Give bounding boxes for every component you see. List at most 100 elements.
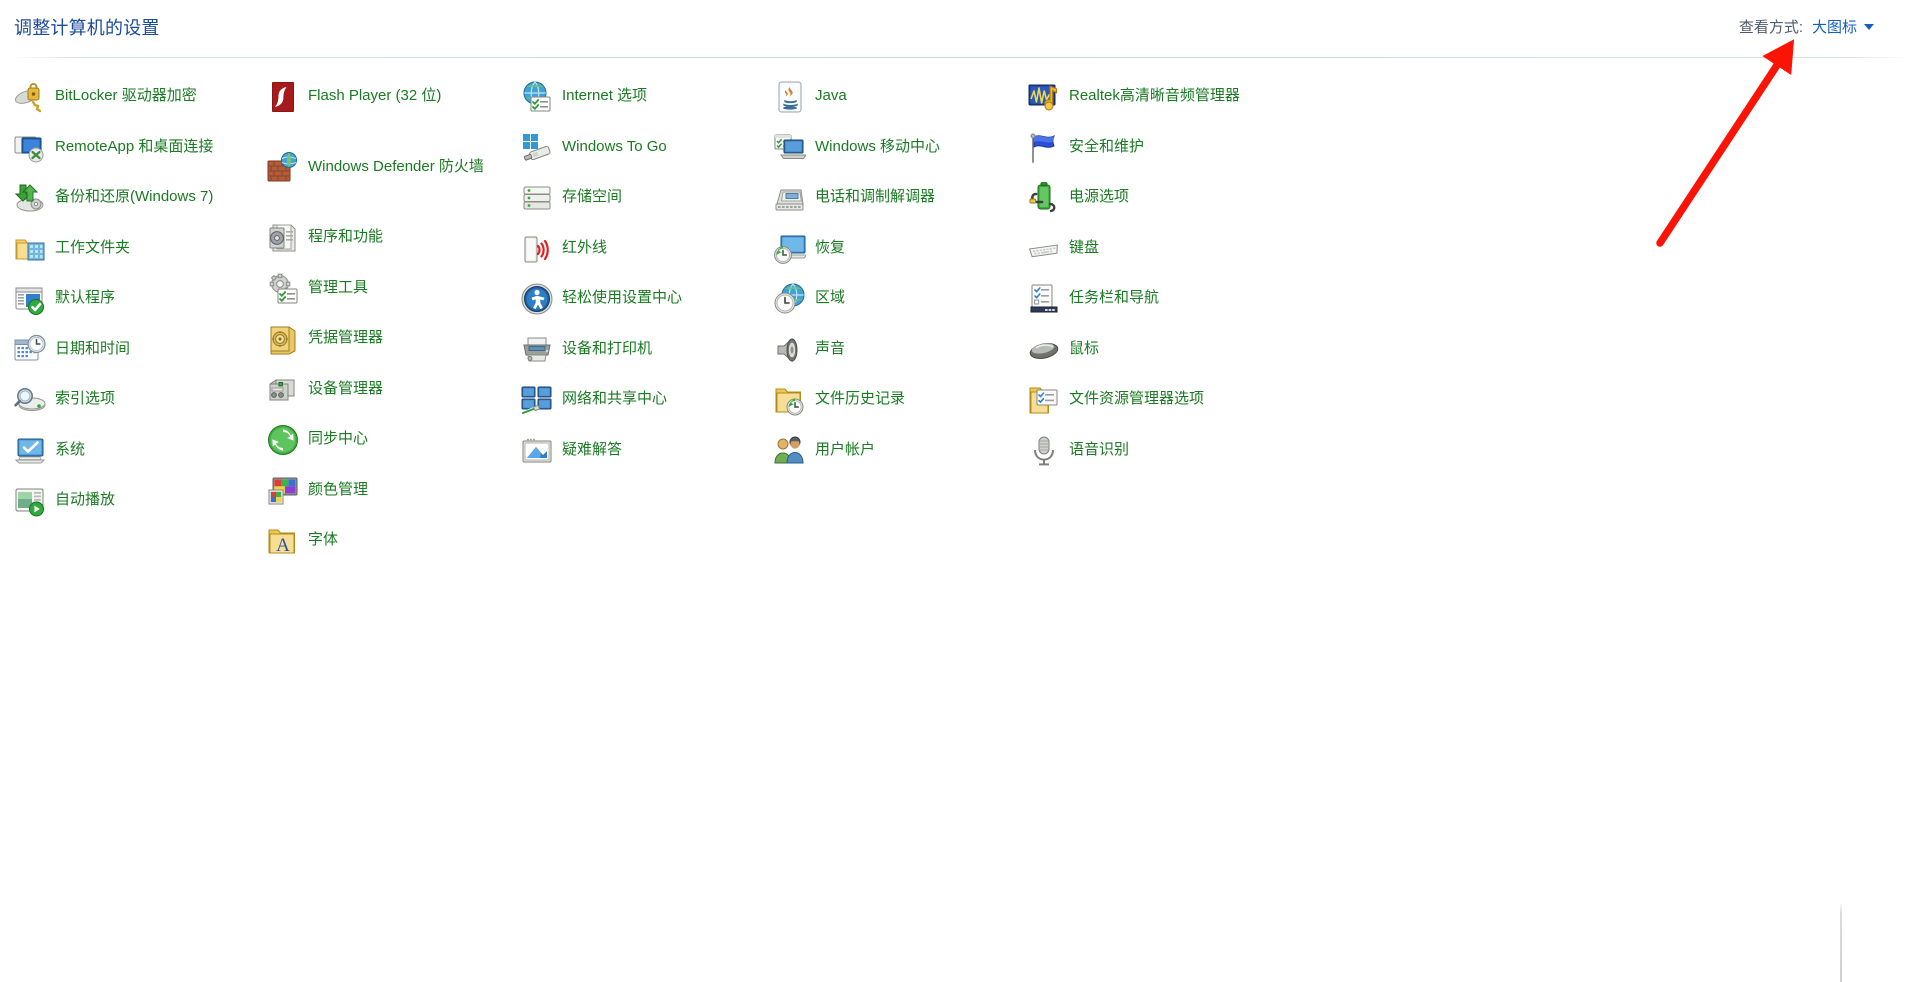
ease-of-access-icon bbox=[521, 283, 553, 315]
control-panel-item-label: 索引选项 bbox=[55, 390, 116, 407]
control-panel-item[interactable]: Flash Player (32 位) bbox=[267, 80, 515, 113]
control-panel-item-label: 红外线 bbox=[562, 238, 608, 256]
flash-player-icon bbox=[267, 81, 299, 113]
control-panel-item[interactable]: Windows To Go bbox=[521, 131, 769, 164]
svg-text:A: A bbox=[276, 535, 290, 556]
control-panel-item-label: 设备管理器 bbox=[308, 379, 384, 397]
control-panel-item-label: 安全和维护 bbox=[1069, 137, 1145, 155]
control-panel-item-label: Flash Player (32 位) bbox=[308, 87, 442, 104]
phone-modem-icon bbox=[774, 182, 806, 214]
default-programs-icon bbox=[14, 283, 46, 315]
control-panel-item[interactable]: Windows 移动中心 bbox=[774, 131, 1022, 164]
control-panel-item-label: 同步中心 bbox=[308, 430, 369, 447]
remoteapp-icon bbox=[14, 132, 46, 164]
control-panel-item[interactable]: 索引选项 bbox=[14, 383, 262, 416]
control-panel-item-label: 网络和共享中心 bbox=[562, 390, 668, 407]
realtek-audio-icon bbox=[1028, 81, 1060, 113]
autoplay-icon bbox=[14, 485, 46, 517]
control-panel-item[interactable]: 设备管理器 bbox=[267, 373, 515, 406]
indexing-options-icon bbox=[14, 384, 46, 416]
bitlocker-icon bbox=[14, 81, 46, 113]
windows-firewall-icon bbox=[267, 151, 299, 184]
programs-features-icon bbox=[267, 222, 299, 254]
control-panel-item-label: 自动播放 bbox=[55, 491, 116, 508]
control-panel-item[interactable]: Realtek高清晰音频管理器 bbox=[1028, 80, 1276, 113]
scrollbar-track-hint[interactable] bbox=[1840, 902, 1842, 982]
control-panel-item[interactable]: 红外线 bbox=[521, 232, 769, 265]
control-panel-item[interactable]: BitLocker 驱动器加密 bbox=[14, 80, 262, 113]
control-panel-item[interactable]: 语音识别 bbox=[1028, 434, 1276, 467]
chevron-down-icon bbox=[1864, 23, 1874, 30]
control-panel-item[interactable]: Java bbox=[774, 80, 1022, 113]
control-panel-item[interactable]: 文件历史记录 bbox=[774, 383, 1022, 416]
user-accounts-icon bbox=[774, 435, 806, 467]
java-icon bbox=[774, 81, 806, 113]
speech-recognition-icon bbox=[1028, 435, 1060, 467]
control-panel-item-label: 区域 bbox=[815, 289, 846, 306]
control-panel-item-label: Java bbox=[815, 87, 847, 104]
control-panel-item-label: 设备和打印机 bbox=[562, 339, 653, 357]
recovery-icon bbox=[774, 233, 806, 265]
control-panel-item[interactable]: 备份和还原(Windows 7) bbox=[14, 181, 262, 214]
control-panel-item-label: 电话和调制解调器 bbox=[815, 188, 936, 205]
control-panel-item[interactable]: 网络和共享中心 bbox=[521, 383, 769, 416]
control-panel-item[interactable]: 安全和维护 bbox=[1028, 131, 1276, 164]
control-panel-item[interactable]: 键盘 bbox=[1028, 232, 1276, 265]
control-panel-item[interactable]: 默认程序 bbox=[14, 282, 262, 315]
control-panel-item[interactable]: 声音 bbox=[774, 333, 1022, 366]
control-panel-item-label: 备份和还原(Windows 7) bbox=[55, 188, 214, 205]
control-panel-item[interactable]: 用户帐户 bbox=[774, 434, 1022, 467]
control-panel-item-label: 字体 bbox=[308, 531, 339, 548]
control-panel-item[interactable]: RemoteApp 和桌面连接 bbox=[14, 131, 262, 164]
control-panel-item[interactable]: 任务栏和导航 bbox=[1028, 282, 1276, 315]
control-panel-item[interactable]: 轻松使用设置中心 bbox=[521, 282, 769, 315]
control-panel-item-label: 存储空间 bbox=[562, 188, 623, 205]
control-panel-item-label: 恢复 bbox=[815, 238, 846, 256]
control-panel-item[interactable]: 恢复 bbox=[774, 232, 1022, 265]
control-panel-item[interactable]: 电源选项 bbox=[1028, 181, 1276, 214]
control-panel-item[interactable]: 凭据管理器 bbox=[267, 322, 515, 355]
control-panel-item[interactable]: 文件资源管理器选项 bbox=[1028, 383, 1276, 416]
work-folders-icon bbox=[14, 233, 46, 265]
control-panel-item-label: Windows To Go bbox=[562, 137, 667, 155]
color-management-icon bbox=[267, 475, 299, 507]
control-panel-item[interactable]: 程序和功能 bbox=[267, 221, 515, 254]
control-panel-item[interactable]: Internet 选项 bbox=[521, 80, 769, 113]
control-panel-item[interactable]: 颜色管理 bbox=[267, 474, 515, 507]
control-panel-item-label: 电源选项 bbox=[1069, 188, 1130, 205]
control-panel-item[interactable]: 存储空间 bbox=[521, 181, 769, 214]
control-panel-item[interactable]: 鼠标 bbox=[1028, 333, 1276, 366]
control-panel-item[interactable]: 电话和调制解调器 bbox=[774, 181, 1022, 214]
control-panel-item[interactable]: 同步中心 bbox=[267, 423, 515, 456]
mouse-icon bbox=[1028, 334, 1060, 366]
storage-spaces-icon bbox=[521, 182, 553, 214]
control-panel-item[interactable]: A 字体 bbox=[267, 524, 515, 557]
control-panel-item[interactable]: 自动播放 bbox=[14, 484, 262, 517]
troubleshooting-icon bbox=[521, 435, 553, 467]
control-panel-item-label: 键盘 bbox=[1069, 238, 1100, 256]
file-history-icon bbox=[774, 384, 806, 416]
region-icon bbox=[774, 283, 806, 315]
control-panel-item[interactable]: 管理工具 bbox=[267, 272, 515, 305]
view-mode-label: 查看方式: bbox=[1738, 19, 1803, 36]
control-panel-item[interactable]: 设备和打印机 bbox=[521, 333, 769, 366]
header-separator bbox=[8, 57, 1912, 58]
administrative-tools-icon bbox=[267, 273, 299, 305]
device-manager-icon bbox=[267, 374, 299, 406]
control-panel-item[interactable]: 系统 bbox=[14, 434, 262, 467]
control-panel-item-label: 日期和时间 bbox=[55, 339, 131, 357]
control-panel-item[interactable]: 区域 bbox=[774, 282, 1022, 315]
control-panel-item[interactable]: Windows Defender 防火墙 bbox=[267, 151, 515, 184]
file-explorer-options-icon bbox=[1028, 384, 1060, 416]
control-panel-item-label: 默认程序 bbox=[55, 289, 116, 306]
network-sharing-icon bbox=[521, 384, 553, 416]
control-panel-item[interactable]: 疑难解答 bbox=[521, 434, 769, 467]
control-panel-item-label: 鼠标 bbox=[1069, 339, 1100, 357]
mobility-center-icon bbox=[774, 132, 806, 164]
control-panel-item-label: 系统 bbox=[55, 440, 86, 458]
control-panel-item-label: 用户帐户 bbox=[815, 440, 876, 458]
control-panel-item[interactable]: 工作文件夹 bbox=[14, 232, 262, 265]
control-panel-item[interactable]: 日期和时间 bbox=[14, 333, 262, 366]
control-panel-item-label: 凭据管理器 bbox=[308, 329, 384, 346]
view-mode-dropdown[interactable]: 大图标 bbox=[1812, 16, 1874, 37]
